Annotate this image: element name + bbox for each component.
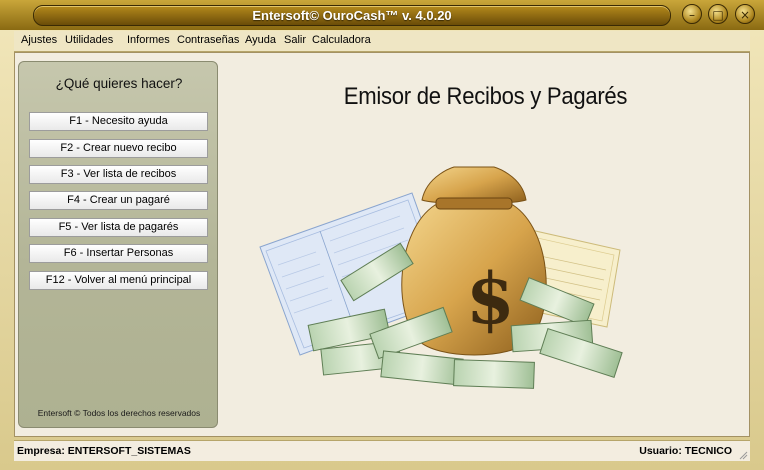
close-button[interactable]: × bbox=[735, 4, 755, 24]
maximize-icon: □ bbox=[712, 8, 724, 22]
menu-contrasenas[interactable]: Contraseñas bbox=[177, 34, 239, 46]
app-window: Entersoft© OuroCash™ v. 4.0.20 – □ × Aju… bbox=[0, 0, 764, 470]
menu-calculadora[interactable]: Calculadora bbox=[312, 34, 371, 46]
menu-bar: Ajustes Utilidades Informes Contraseñas … bbox=[14, 31, 750, 52]
minimize-button[interactable]: – bbox=[682, 4, 702, 24]
insert-people-button[interactable]: F6 - Insertar Personas bbox=[29, 244, 208, 263]
action-panel: ¿Qué quieres hacer? F1 - Necesito ayuda … bbox=[18, 61, 218, 428]
menu-ayuda[interactable]: Ayuda bbox=[245, 34, 276, 46]
main-menu-button[interactable]: F12 - Volver al menú principal bbox=[29, 271, 208, 290]
status-bar: Empresa: ENTERSOFT_SISTEMAS Usuario: TEC… bbox=[14, 440, 750, 461]
new-receipt-button[interactable]: F2 - Crear nuevo recibo bbox=[29, 139, 208, 158]
receipt-list-button[interactable]: F3 - Ver lista de recibos bbox=[29, 165, 208, 184]
panel-title: ¿Qué quieres hacer? bbox=[55, 76, 183, 91]
content-area: Emisor de Recibos y Pagarés $ bbox=[222, 55, 749, 435]
company-status: Empresa: ENTERSOFT_SISTEMAS bbox=[17, 445, 191, 457]
close-icon: × bbox=[739, 8, 751, 22]
promissory-note-list-button[interactable]: F5 - Ver lista de pagarés bbox=[29, 218, 208, 237]
help-button[interactable]: F1 - Necesito ayuda bbox=[29, 112, 208, 131]
menu-ajustes[interactable]: Ajustes bbox=[21, 34, 57, 46]
money-illustration: $ bbox=[259, 166, 623, 389]
title-pill: Entersoft© OuroCash™ v. 4.0.20 bbox=[33, 5, 671, 26]
title-bar[interactable]: Entersoft© OuroCash™ v. 4.0.20 – □ × bbox=[0, 0, 764, 30]
window-title: Entersoft© OuroCash™ v. 4.0.20 bbox=[252, 8, 452, 23]
user-status: Usuario: TECNICO bbox=[639, 445, 732, 457]
minimize-icon: – bbox=[689, 8, 695, 22]
menu-utilidades[interactable]: Utilidades bbox=[65, 34, 113, 46]
svg-text:$: $ bbox=[466, 257, 515, 340]
menu-informes[interactable]: Informes bbox=[127, 34, 170, 46]
maximize-button[interactable]: □ bbox=[708, 4, 728, 24]
copyright-footer: Entersoft © Todos los derechos reservado… bbox=[37, 408, 201, 418]
menu-salir[interactable]: Salir bbox=[284, 34, 306, 46]
resize-grip-icon[interactable] bbox=[738, 450, 748, 460]
new-promissory-note-button[interactable]: F4 - Crear un pagaré bbox=[29, 191, 208, 210]
